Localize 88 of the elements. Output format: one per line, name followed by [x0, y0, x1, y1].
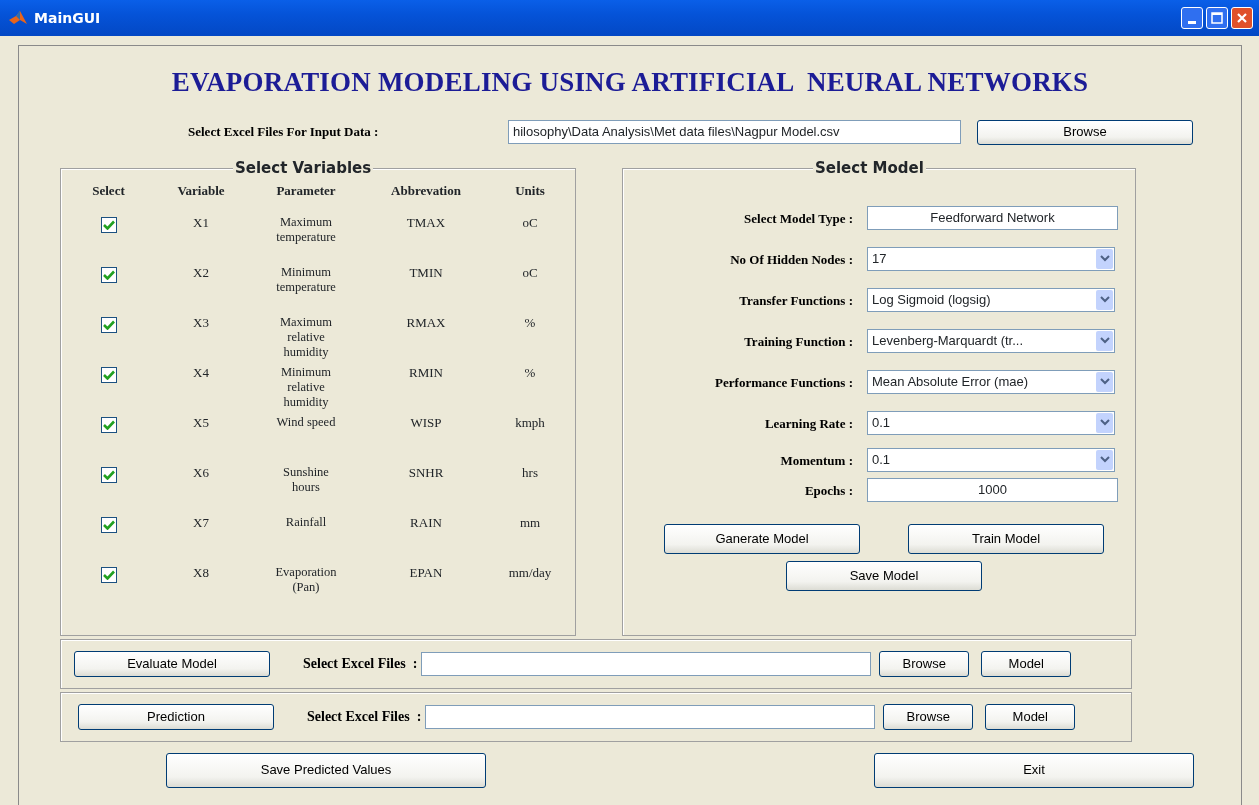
maximize-icon: [1211, 12, 1223, 24]
minimize-icon: [1188, 20, 1196, 24]
maximize-button[interactable]: [1206, 7, 1228, 29]
model-button[interactable]: Model: [981, 650, 1072, 677]
field-label: No Of Hidden Nodes :: [730, 251, 853, 267]
units-text: mm: [519, 514, 541, 530]
units-text: mm/day: [508, 564, 552, 580]
parameter-name: Minimum temperature: [276, 264, 336, 294]
file-path-field[interactable]: [421, 651, 872, 676]
close-icon: [1236, 12, 1248, 24]
checkbox[interactable]: [100, 366, 117, 383]
abbreviation-text: RMIN: [409, 364, 443, 380]
checkbox[interactable]: [100, 216, 117, 233]
variable-name: X4: [193, 364, 209, 380]
units-text: %: [524, 364, 536, 380]
dropdown[interactable]: Levenberg-Marquardt (tr...: [867, 328, 1115, 353]
variable-name: X1: [193, 214, 209, 230]
checkbox[interactable]: [100, 266, 117, 283]
parameter-name: Maximum relative humidity: [279, 314, 333, 359]
checkbox[interactable]: [100, 316, 117, 333]
text-field[interactable]: Feedforward Network: [867, 205, 1118, 230]
save-model-button[interactable]: Save Model: [786, 560, 982, 591]
column-header: Variable: [177, 182, 225, 198]
parameter-name: Evaporation (Pan): [275, 564, 337, 594]
abbreviation-text: EPAN: [409, 564, 443, 580]
field-label: Training Function :: [744, 333, 853, 349]
variable-name: X8: [193, 564, 209, 580]
input-file-field[interactable]: hilosophy\Data Analysis\Met data files\Nagpur Model.csv: [508, 120, 961, 144]
dropdown[interactable]: 0.1: [867, 410, 1115, 435]
field-label: Learning Rate :: [764, 415, 853, 431]
field-label: Epochs :: [804, 482, 853, 498]
units-text: oC: [522, 264, 538, 280]
close-button[interactable]: [1231, 7, 1253, 29]
save-predicted-values-button[interactable]: Save Predicted Values: [166, 752, 486, 788]
column-header: Units: [515, 182, 545, 198]
checkbox[interactable]: [100, 466, 117, 483]
parameter-name: Sunshine hours: [283, 464, 329, 494]
dropdown[interactable]: 0.1: [867, 447, 1115, 472]
field-label: Momentum :: [780, 452, 853, 468]
abbreviation-text: WISP: [410, 414, 442, 430]
dropdown[interactable]: Mean Absolute Error (mae): [867, 369, 1115, 394]
action-button[interactable]: Evaluate Model: [74, 650, 270, 677]
field-label: Select Model Type :: [744, 210, 853, 226]
units-text: %: [524, 314, 536, 330]
parameter-name: Wind speed: [276, 414, 336, 429]
abbreviation-text: SNHR: [408, 464, 444, 480]
parameter-name: Rainfall: [285, 514, 327, 529]
column-header: Abbrevation: [391, 182, 461, 198]
file-path-field[interactable]: [425, 704, 876, 729]
action-button[interactable]: Prediction: [78, 703, 274, 730]
checkbox[interactable]: [100, 516, 117, 533]
browse-button[interactable]: Browse: [879, 650, 970, 677]
field-label: Select Excel Files :: [307, 708, 422, 726]
window-title: MainGUI: [34, 8, 101, 28]
units-text: oC: [522, 214, 538, 230]
variable-name: X5: [193, 414, 209, 430]
abbreviation-text: RMAX: [406, 314, 446, 330]
column-header: Parameter: [276, 182, 336, 198]
exit-button[interactable]: Exit: [874, 752, 1194, 788]
app-icon: [8, 10, 28, 26]
column-header: Select: [92, 182, 125, 198]
variable-name: X7: [193, 514, 209, 530]
field-label: Select Excel Files :: [303, 655, 418, 673]
checkbox[interactable]: [100, 416, 117, 433]
checkbox[interactable]: [100, 566, 117, 583]
variable-name: X6: [193, 464, 209, 480]
text-field[interactable]: 1000: [867, 477, 1118, 502]
browse-button[interactable]: Browse: [883, 703, 974, 730]
parameter-name: Minimum relative humidity: [281, 364, 331, 409]
minimize-button[interactable]: [1181, 7, 1203, 29]
units-text: hrs: [522, 464, 538, 480]
app-heading: EVAPORATION MODELING USING ARTIFICIAL NEURAL NETWORKS: [170, 66, 1090, 99]
parameter-name: Maximum temperature: [276, 214, 336, 244]
generate-model-button[interactable]: Ganerate Model: [664, 523, 860, 554]
abbreviation-text: RAIN: [410, 514, 442, 530]
train-model-button[interactable]: Train Model: [908, 523, 1104, 554]
field-label: Performance Functions :: [715, 374, 853, 390]
abbreviation-text: TMAX: [406, 214, 446, 230]
dropdown[interactable]: 17: [867, 246, 1115, 271]
browse-button[interactable]: Browse: [977, 119, 1193, 145]
units-text: kmph: [515, 414, 545, 430]
variable-name: X3: [193, 314, 209, 330]
abbreviation-text: TMIN: [409, 264, 443, 280]
model-button[interactable]: Model: [985, 703, 1076, 730]
field-label: Transfer Functions :: [739, 292, 853, 308]
input-file-label: Select Excel Files For Input Data :: [188, 123, 380, 142]
variable-name: X2: [193, 264, 209, 280]
dropdown[interactable]: Log Sigmoid (logsig): [867, 287, 1115, 312]
